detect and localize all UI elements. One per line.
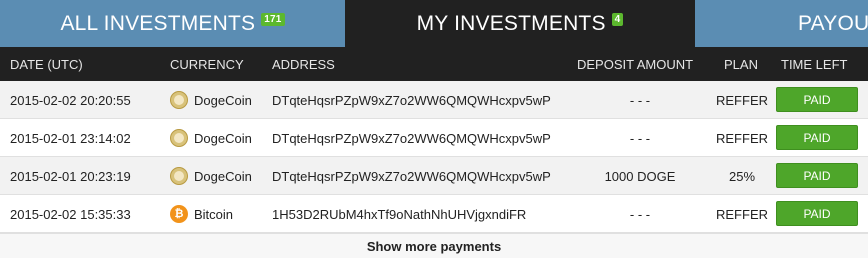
tab-my-investments[interactable]: MY INVESTMENTS 4: [345, 0, 695, 47]
date-cell: 2015-02-01 23:14:02: [10, 131, 131, 146]
table-row: 2015-02-02 20:20:55 DogeCoin DTqteHqsrPZ…: [0, 81, 868, 119]
deposit-cell: - - -: [629, 207, 651, 222]
address-cell: DTqteHqsrPZpW9xZ7o2WW6QMQWHcxpv5wP: [272, 131, 551, 146]
show-more-payments-link[interactable]: Show more payments: [0, 233, 868, 258]
currency-cell: ₿ Bitcoin: [170, 205, 233, 223]
table-row: 2015-02-01 23:14:02 DogeCoin DTqteHqsrPZ…: [0, 119, 868, 157]
column-header-plan: PLAN: [724, 57, 758, 72]
date-cell: 2015-02-02 20:20:55: [10, 93, 131, 108]
tab-all-investments-label: ALL INVESTMENTS: [60, 11, 256, 35]
plan-cell: REFFER: [716, 93, 768, 108]
table-row: 2015-02-02 15:35:33 ₿ Bitcoin 1H53D2RUbM…: [0, 195, 868, 233]
column-header-date: DATE (UTC): [10, 57, 83, 72]
tab-my-investments-label: MY INVESTMENTS: [416, 11, 606, 35]
count-badge: 4: [611, 13, 624, 26]
dogecoin-icon: [170, 91, 188, 109]
investments-table: DATE (UTC) CURRENCY ADDRESS DEPOSIT AMOU…: [0, 47, 868, 233]
currency-cell: DogeCoin: [170, 129, 252, 147]
plan-cell: REFFER: [716, 131, 768, 146]
table-row: 2015-02-01 20:23:19 DogeCoin DTqteHqsrPZ…: [0, 157, 868, 195]
tab-all-investments[interactable]: ALL INVESTMENTS 171: [0, 0, 345, 47]
column-header-deposit-amount: DEPOSIT AMOUNT: [577, 57, 694, 72]
paid-button[interactable]: PAID: [776, 163, 858, 188]
column-header-currency: CURRENCY: [170, 57, 244, 72]
column-header-time-left: TIME LEFT: [781, 57, 848, 72]
dogecoin-icon: [170, 167, 188, 185]
dogecoin-icon: [170, 129, 188, 147]
currency-name: DogeCoin: [194, 168, 252, 184]
address-cell: DTqteHqsrPZpW9xZ7o2WW6QMQWHcxpv5wP: [272, 169, 551, 184]
plan-cell: REFFER: [716, 207, 768, 222]
plan-cell: 25%: [728, 169, 756, 184]
deposit-cell: - - -: [629, 131, 651, 146]
tab-payouts[interactable]: PAYOUT: [695, 0, 868, 47]
date-cell: 2015-02-01 20:23:19: [10, 169, 131, 184]
tab-payouts-label: PAYOUT: [798, 11, 868, 35]
deposit-cell: - - -: [629, 93, 651, 108]
address-cell: 1H53D2RUbM4hxTf9oNathNhUHVjgxndiFR: [272, 207, 527, 222]
deposit-cell: 1000 DOGE: [604, 169, 676, 184]
currency-cell: DogeCoin: [170, 167, 252, 185]
paid-button[interactable]: PAID: [776, 87, 858, 112]
investment-tabs: ALL INVESTMENTS 171 MY INVESTMENTS 4 PAY…: [0, 0, 868, 47]
count-badge: 171: [261, 13, 285, 26]
address-cell: DTqteHqsrPZpW9xZ7o2WW6QMQWHcxpv5wP: [272, 93, 551, 108]
currency-cell: DogeCoin: [170, 91, 252, 109]
column-header-address: ADDRESS: [272, 57, 335, 72]
date-cell: 2015-02-02 15:35:33: [10, 207, 131, 222]
currency-name: DogeCoin: [194, 92, 252, 108]
paid-button[interactable]: PAID: [776, 201, 858, 226]
paid-button[interactable]: PAID: [776, 125, 858, 150]
currency-name: Bitcoin: [194, 206, 234, 222]
currency-name: DogeCoin: [194, 130, 252, 146]
bitcoin-icon: ₿: [170, 205, 188, 223]
table-header: DATE (UTC) CURRENCY ADDRESS DEPOSIT AMOU…: [0, 47, 868, 81]
